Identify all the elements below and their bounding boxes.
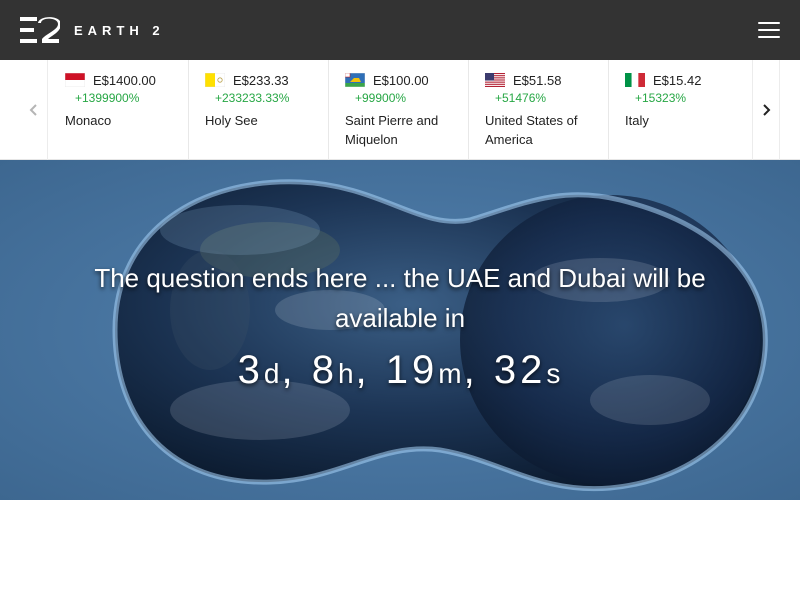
usa-flag-icon [485, 73, 505, 87]
countdown-days-unit: d [263, 358, 282, 389]
ticker-cards: E$1400.00 +1399900% Monaco E$233.33 +233… [49, 60, 749, 160]
card-country: Saint Pierre and Miquelon [345, 113, 439, 147]
card-change: +51476% [495, 91, 547, 105]
ticker-next-button[interactable] [752, 60, 780, 160]
ticker-card-italy[interactable]: E$15.42 +15323% Italy [609, 60, 749, 160]
ticker-card-monaco[interactable]: E$1400.00 +1399900% Monaco [49, 60, 189, 160]
hero-title: The question ends here ... the UAE and D… [94, 263, 706, 333]
top-header: EARTH 2 [0, 0, 800, 60]
card-price: E$233.33 [233, 72, 289, 88]
card-change: +233233.33% [215, 91, 290, 105]
logo-text: EARTH 2 [74, 22, 165, 38]
ticker-prev-button[interactable] [20, 60, 48, 160]
card-price: E$51.58 [513, 72, 562, 88]
ticker-card-holy-see[interactable]: E$233.33 +233233.33% Holy See [189, 60, 329, 160]
countdown-hours-unit: h [337, 358, 356, 389]
chevron-left-icon [29, 104, 37, 116]
card-country: Monaco [65, 113, 112, 128]
card-country: Italy [625, 113, 649, 128]
earth2-logo-mark-icon [20, 17, 60, 43]
chevron-right-icon [763, 104, 771, 116]
ticker-card-saint-pierre[interactable]: E$100.00 +99900% Saint Pierre and Miquel… [329, 60, 469, 160]
countdown-minutes: 19 [385, 348, 439, 392]
page-content-area [0, 500, 800, 600]
card-price: E$100.00 [373, 72, 429, 88]
card-country: United States of America [485, 113, 578, 147]
holy-see-flag-icon [205, 73, 225, 87]
countdown-minutes-unit: m [438, 358, 464, 389]
ticker-card-usa[interactable]: E$51.58 +51476% United States of America [469, 60, 609, 160]
countdown-hours: 8 [311, 348, 338, 392]
italy-flag-icon [625, 73, 645, 87]
countdown-timer: 3d, 8h, 19m, 32s [237, 348, 563, 392]
hamburger-menu-icon[interactable] [758, 22, 780, 38]
countdown-seconds-unit: s [546, 358, 563, 389]
countdown-seconds: 32 [493, 348, 547, 392]
countdown-days: 3 [237, 348, 264, 392]
monaco-flag-icon [65, 73, 85, 87]
earth2-logo[interactable]: EARTH 2 [20, 17, 165, 43]
saint-pierre-flag-icon [345, 73, 365, 87]
card-price: E$15.42 [653, 72, 702, 88]
card-change: +15323% [635, 91, 687, 105]
country-price-ticker: E$1400.00 +1399900% Monaco E$233.33 +233… [0, 60, 800, 160]
card-price: E$1400.00 [93, 72, 156, 88]
card-change: +99900% [355, 91, 407, 105]
card-country: Holy See [205, 113, 258, 128]
hero-banner: The question ends here ... the UAE and D… [0, 160, 800, 500]
card-change: +1399900% [75, 91, 140, 105]
